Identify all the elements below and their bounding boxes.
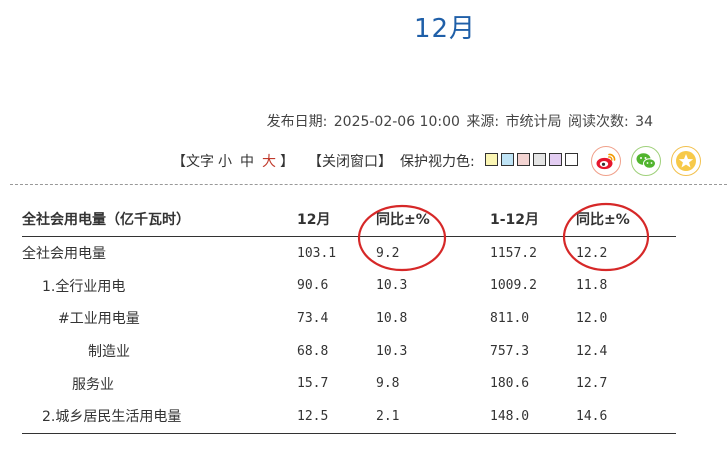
- cell-dec-yoy: 10.3: [376, 343, 408, 359]
- cell-dec-yoy: 2.1: [376, 399, 490, 434]
- cell-ytd-yoy: 12.4: [576, 343, 608, 359]
- cell-ytd: 180.6: [490, 376, 530, 392]
- color-swatch-2[interactable]: [500, 152, 514, 166]
- table-row: 1.全行业用电 90.6 10.3 1009.2 11.8: [22, 270, 676, 303]
- table-row: 2.城乡居民生活用电量 12.5 2.1 148.0 14.6: [22, 399, 676, 434]
- cell-ytd: 811.0: [490, 310, 530, 326]
- col-header-item: 全社会用电量（亿千瓦时）: [22, 202, 297, 237]
- cell-dec-yoy: 9.2: [376, 245, 400, 261]
- wechat-icon: [636, 153, 656, 169]
- cell-dec: 90.6: [297, 278, 329, 294]
- col-header-ytd-yoy: 同比±%: [576, 202, 676, 237]
- article-toolbar: 【文字 小 中 大 】 【关闭窗口】 保护视力色:: [172, 144, 701, 178]
- publish-label: 发布日期:: [266, 114, 328, 130]
- source-label: 来源:: [466, 114, 500, 130]
- cell-ytd: 148.0: [490, 399, 576, 434]
- cell-dec-yoy: 10.3: [376, 278, 408, 294]
- row-label: 服务业: [72, 376, 114, 393]
- table-row: 全社会用电量 103.1 9.2 1157.2 12.2: [22, 237, 676, 270]
- color-swatch-3[interactable]: [516, 152, 530, 166]
- cell-ytd: 1157.2: [490, 245, 537, 261]
- col-header-dec-yoy: 同比±%: [376, 202, 490, 237]
- color-swatch-4[interactable]: [532, 152, 546, 166]
- star-icon: [675, 151, 696, 171]
- color-swatches: [484, 152, 581, 170]
- color-swatch-5[interactable]: [548, 152, 562, 166]
- cell-ytd: 1009.2: [490, 278, 537, 294]
- cell-ytd-yoy: 11.8: [576, 278, 608, 294]
- favorite-button[interactable]: [670, 146, 701, 176]
- close-window-link[interactable]: 【关闭窗口】: [308, 151, 392, 171]
- cell-dec-yoy: 10.8: [376, 310, 408, 326]
- row-label: 1.全行业用电: [42, 278, 126, 295]
- cell-ytd-yoy: 14.6: [576, 399, 676, 434]
- cell-ytd-yoy: 12.2: [576, 245, 608, 261]
- row-label: 2.城乡居民生活用电量: [22, 399, 297, 434]
- font-size-medium[interactable]: 中: [240, 151, 254, 171]
- cell-ytd: 757.3: [490, 343, 530, 359]
- cell-dec: 15.7: [297, 376, 329, 392]
- electricity-table: 全社会用电量（亿千瓦时） 12月 同比±% 1-12月 同比±% 全社会用电量 …: [22, 202, 676, 434]
- cell-dec: 73.4: [297, 310, 329, 326]
- cell-ytd-yoy: 12.7: [576, 376, 608, 392]
- publish-date: 2025-02-06 10:00: [333, 114, 460, 130]
- table-row: #工业用电量 73.4 10.8 811.0 12.0: [22, 302, 676, 335]
- color-swatch-6[interactable]: [564, 152, 578, 166]
- cell-dec: 68.8: [297, 343, 329, 359]
- table-header-row: 全社会用电量（亿千瓦时） 12月 同比±% 1-12月 同比±%: [22, 202, 676, 237]
- text-size-label: 【文字: [172, 154, 214, 170]
- page-title: 12月: [413, 14, 477, 44]
- table-row: 制造业 68.8 10.3 757.3 12.4: [22, 335, 676, 368]
- cell-ytd-yoy: 12.0: [576, 310, 608, 326]
- eye-protect-label: 保护视力色:: [400, 154, 475, 170]
- source-value: 市统计局: [505, 114, 562, 130]
- weibo-share-button[interactable]: [590, 146, 621, 176]
- col-header-dec: 12月: [297, 202, 376, 237]
- row-label: 制造业: [88, 344, 130, 361]
- table-row: 服务业 15.7 9.8 180.6 12.7: [22, 367, 676, 400]
- row-label: 全社会用电量: [22, 246, 106, 263]
- font-size-large[interactable]: 大: [262, 151, 276, 171]
- cell-dec: 12.5: [297, 399, 376, 434]
- cell-dec-yoy: 9.8: [376, 376, 400, 392]
- font-size-small[interactable]: 小: [218, 151, 232, 171]
- col-header-ytd: 1-12月: [490, 202, 576, 237]
- cell-dec: 103.1: [297, 245, 337, 261]
- text-size-close: 】: [280, 154, 294, 170]
- row-label: #工业用电量: [58, 311, 140, 328]
- color-swatch-1[interactable]: [484, 152, 498, 166]
- reads-count: 34: [635, 114, 653, 130]
- weibo-icon: [596, 153, 616, 170]
- wechat-share-button[interactable]: [630, 146, 661, 176]
- content-divider: [10, 184, 727, 185]
- article-meta: 发布日期: 2025-02-06 10:00 来源: 市统计局 阅读次数: 34: [267, 111, 655, 131]
- reads-label: 阅读次数:: [568, 114, 629, 130]
